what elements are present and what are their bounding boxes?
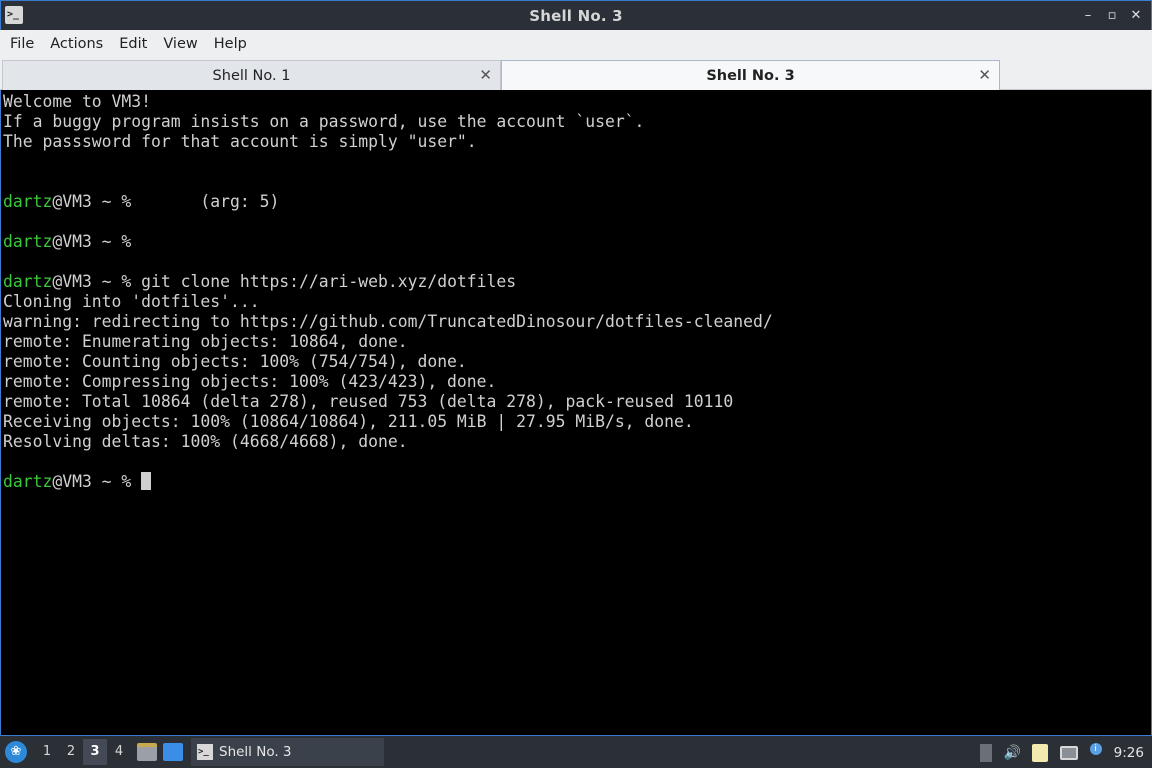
window-title: Shell No. 3: [529, 6, 623, 25]
menu-actions[interactable]: Actions: [42, 36, 111, 52]
maximize-icon[interactable]: ▫: [1105, 5, 1119, 27]
menu-help[interactable]: Help: [206, 36, 255, 52]
tab-shell-3[interactable]: Shell No. 3 ✕: [501, 60, 1000, 91]
terminal-icon: >_: [5, 6, 23, 24]
terminal-line: remote: Enumerating objects: 10864, done…: [3, 332, 1149, 352]
removable-media-icon[interactable]: [979, 743, 992, 762]
terminal-text: Cloning into 'dotfiles'...: [3, 292, 260, 311]
tab-close-icon[interactable]: ✕: [479, 66, 492, 84]
desktop-switcher: 1 2 3 4: [35, 739, 131, 765]
prompt-username: dartz: [3, 272, 53, 291]
terminal-text: remote: Counting objects: 100% (754/754)…: [3, 352, 467, 371]
terminal-output[interactable]: Welcome to VM3! If a buggy program insist…: [0, 90, 1152, 735]
terminal-text: warning: redirecting to https://github.c…: [3, 312, 773, 331]
menu-bar: File Actions Edit View Help: [0, 30, 1152, 58]
terminal-text: @VM3 ~ % (arg: 5): [52, 192, 280, 211]
terminal-line: dartz@VM3 ~ %: [3, 232, 1149, 252]
terminal-text: Receiving objects: 100% (10864/10864), 2…: [3, 412, 694, 431]
terminal-text: remote: Total 10864 (delta 278), reused …: [3, 392, 734, 411]
terminal-text: @VM3 ~ %: [52, 232, 132, 251]
system-tray: 🔊 i 9:26: [979, 736, 1152, 768]
terminal-line: warning: redirecting to https://github.c…: [3, 312, 1149, 332]
terminal-text: @VM3 ~ % git clone https://ari-web.xyz/d…: [52, 272, 517, 291]
terminal-line: dartz@VM3 ~ %: [3, 472, 1149, 492]
notification-icon[interactable]: i: [1089, 742, 1102, 755]
terminal-text: The passsword for that account is simply…: [3, 132, 477, 151]
desktop-3-button[interactable]: 3: [83, 739, 107, 765]
volume-icon[interactable]: 🔊: [1004, 744, 1021, 762]
tab-label: Shell No. 3: [706, 68, 795, 84]
terminal-line: The passsword for that account is simply…: [3, 132, 1149, 152]
terminal-line: dartz@VM3 ~ % (arg: 5): [3, 192, 1149, 212]
terminal-line: remote: Compressing objects: 100% (423/4…: [3, 372, 1149, 392]
terminal-icon: >_: [197, 744, 213, 760]
notes-icon[interactable]: [1031, 743, 1048, 762]
terminal-text: Resolving deltas: 100% (4668/4668), done…: [3, 432, 408, 451]
terminal-line: dartz@VM3 ~ % git clone https://ari-web.…: [3, 272, 1149, 292]
tab-label: Shell No. 1: [212, 67, 291, 84]
file-manager-icon[interactable]: [137, 743, 157, 761]
window-titlebar[interactable]: >_ Shell No. 3 – ▫ ✕: [0, 0, 1152, 30]
network-icon[interactable]: [1059, 745, 1078, 760]
tab-bar: Shell No. 1 ✕ Shell No. 3 ✕: [0, 58, 1152, 91]
start-menu-icon[interactable]: ❀: [5, 741, 27, 763]
window-controls: – ▫ ✕: [1081, 5, 1143, 27]
prompt-username: dartz: [3, 472, 53, 491]
menu-edit[interactable]: Edit: [111, 36, 155, 52]
clock[interactable]: 9:26: [1114, 745, 1144, 761]
terminal-line: Welcome to VM3!: [3, 92, 1149, 112]
desktop-2-button[interactable]: 2: [59, 739, 83, 765]
menu-view[interactable]: View: [155, 36, 205, 52]
terminal-text: remote: Compressing objects: 100% (423/4…: [3, 372, 497, 391]
tab-shell-1[interactable]: Shell No. 1 ✕: [2, 60, 501, 90]
terminal-line: If a buggy program insists on a password…: [3, 112, 1149, 132]
menu-file[interactable]: File: [2, 36, 42, 52]
prompt-username: dartz: [3, 232, 53, 251]
tab-close-icon[interactable]: ✕: [978, 66, 991, 84]
terminal-line: Cloning into 'dotfiles'...: [3, 292, 1149, 312]
terminal-line: remote: Counting objects: 100% (754/754)…: [3, 352, 1149, 372]
taskbar-task-shell[interactable]: >_ Shell No. 3: [191, 738, 384, 766]
taskbar: ❀ 1 2 3 4 >_ Shell No. 3 🔊 i 9:26: [0, 735, 1152, 768]
terminal-text: If a buggy program insists on a password…: [3, 112, 645, 131]
terminal-line: Receiving objects: 100% (10864/10864), 2…: [3, 412, 1149, 432]
desktop-4-button[interactable]: 4: [107, 739, 131, 765]
prompt-username: dartz: [3, 192, 53, 211]
close-icon[interactable]: ✕: [1129, 5, 1143, 27]
terminal-cursor: [141, 472, 152, 490]
terminal-text: @VM3 ~ %: [52, 472, 142, 491]
task-label: Shell No. 3: [219, 744, 292, 760]
terminal-line: remote: Total 10864 (delta 278), reused …: [3, 392, 1149, 412]
terminal-line: Resolving deltas: 100% (4668/4668), done…: [3, 432, 1149, 452]
terminal-text: remote: Enumerating objects: 10864, done…: [3, 332, 408, 351]
terminal-text: Welcome to VM3!: [3, 92, 152, 111]
minimize-icon[interactable]: –: [1081, 5, 1095, 27]
desktop-1-button[interactable]: 1: [35, 739, 59, 765]
show-desktop-icon[interactable]: [163, 743, 183, 761]
